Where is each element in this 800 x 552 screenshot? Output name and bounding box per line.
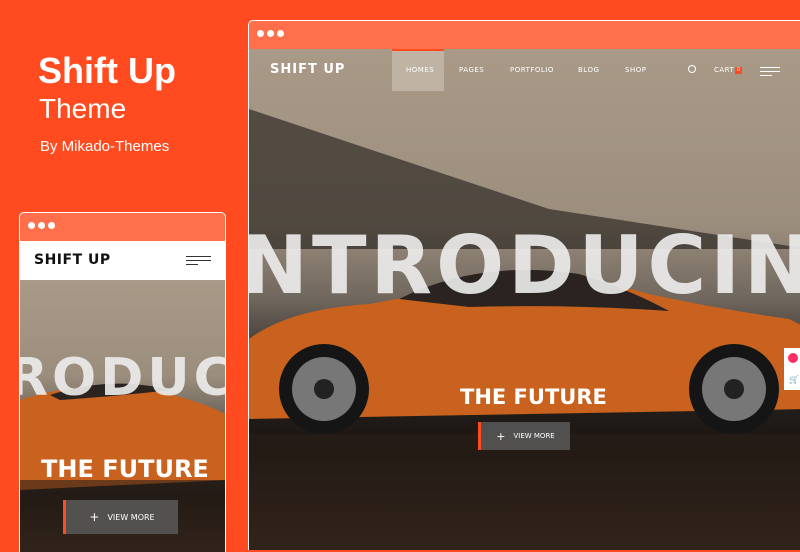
nav-pages[interactable]: PAGES xyxy=(459,49,484,91)
side-widget[interactable]: 🛒 xyxy=(784,348,800,390)
hero-title: THE FUTURE xyxy=(460,385,607,409)
desktop-hero: NTRODUCIN xyxy=(249,49,800,550)
nav-portfolio[interactable]: PORTFOLIO xyxy=(510,49,554,91)
search-icon[interactable] xyxy=(688,65,696,73)
desktop-nav: SHIFT UP HOMES PAGES PORTFOLIO BLOG SHOP… xyxy=(249,49,800,91)
plus-icon: + xyxy=(496,429,506,443)
mobile-header: SHIFT UP xyxy=(20,241,225,280)
window-dots-icon xyxy=(28,222,55,229)
nav-blog[interactable]: BLOG xyxy=(578,49,599,91)
window-dots-icon xyxy=(257,30,284,37)
hero-background-text: NTRODUCIN xyxy=(249,219,800,312)
cart-icon: 🛒 xyxy=(789,375,799,384)
cart-count-badge: 0 xyxy=(735,67,742,74)
menu-icon[interactable] xyxy=(186,256,211,265)
plus-icon: + xyxy=(89,510,100,524)
desktop-logo[interactable]: SHIFT UP xyxy=(270,62,345,77)
cart-link[interactable]: CART xyxy=(714,49,734,91)
promo-title: Shift Up xyxy=(38,50,176,91)
hero-background-text: RODUC xyxy=(20,348,225,408)
promo-author: By Mikado-Themes xyxy=(40,138,170,155)
nav-homes[interactable]: HOMES xyxy=(406,49,434,91)
desktop-window: NTRODUCIN SHIFT UP HOMES PAGES PORTFOLIO… xyxy=(248,20,800,550)
nav-shop[interactable]: SHOP xyxy=(625,49,646,91)
mobile-window: SHIFT UP RODUC THE FUTURE +VIEW MORE xyxy=(19,212,226,552)
view-more-button[interactable]: + VIEW MORE xyxy=(63,500,178,534)
mobile-logo[interactable]: SHIFT UP xyxy=(34,252,111,268)
hero-title: THE FUTURE xyxy=(41,455,209,483)
promo-subtitle: Theme xyxy=(39,93,127,124)
menu-icon[interactable] xyxy=(760,67,780,76)
view-more-button[interactable]: + VIEW MORE xyxy=(478,422,570,450)
pin-icon xyxy=(788,353,798,363)
